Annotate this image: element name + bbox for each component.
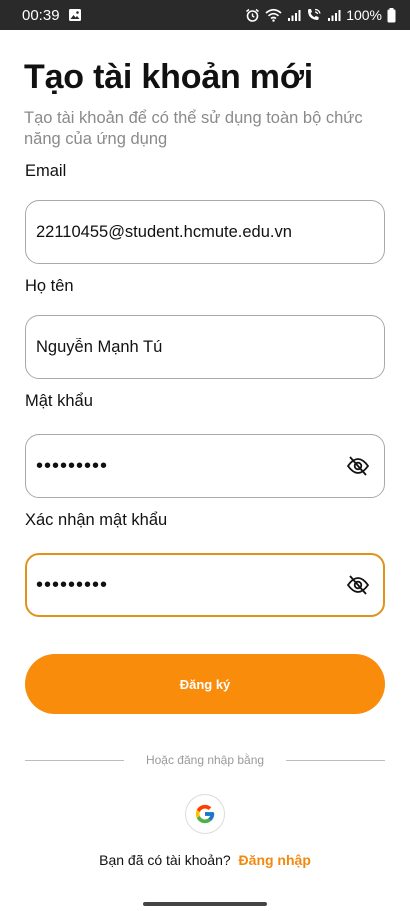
divider-line-left [25,759,124,761]
password-value: ••••••••• [36,454,109,477]
signal-icon [287,9,301,22]
battery-percent: 100% [346,7,382,23]
fullname-value: Nguyễn Mạnh Tú [36,337,163,356]
confirm-password-value: ••••••••• [36,573,109,596]
divider-text: Hoặc đăng nhập bằng [145,753,265,767]
google-icon [194,803,216,825]
gallery-icon [68,8,82,22]
battery-icon [387,7,396,23]
eye-off-icon[interactable] [346,454,370,478]
page-title: Tạo tài khoản mới [24,58,314,96]
eye-off-icon[interactable] [346,573,370,597]
signin-prompt: Bạn đã có tài khoản? [99,852,231,868]
register-button[interactable]: Đăng ký [25,654,385,714]
fullname-field[interactable]: Nguyễn Mạnh Tú [25,315,385,379]
signin-link[interactable]: Đăng nhập [239,852,311,868]
email-label: Email [25,162,67,180]
signin-row: Bạn đã có tài khoản? Đăng nhập [0,852,410,868]
password-field[interactable]: ••••••••• [25,434,385,498]
fullname-label: Họ tên [25,277,74,295]
divider: Hoặc đăng nhập bằng [25,750,386,770]
wifi-calling-icon [306,8,322,22]
google-signin-button[interactable] [185,794,225,834]
signal-icon-2 [327,9,341,22]
status-bar: 00:39 100% [0,0,410,30]
password-label: Mật khẩu [25,392,93,410]
email-field[interactable]: 22110455@student.hcmute.edu.vn [25,200,385,264]
page-subtitle: Tạo tài khoản để có thể sử dụng toàn bộ … [24,109,363,148]
alarm-icon [245,8,260,23]
navigation-bar [0,896,410,911]
confirm-password-field[interactable]: ••••••••• [25,553,385,617]
wifi-icon [265,8,282,22]
home-gesture-handle[interactable] [143,902,267,906]
status-time: 00:39 [22,6,60,24]
confirm-password-label: Xác nhận mật khẩu [25,511,168,529]
email-value: 22110455@student.hcmute.edu.vn [36,222,292,241]
divider-line-right [286,759,386,761]
